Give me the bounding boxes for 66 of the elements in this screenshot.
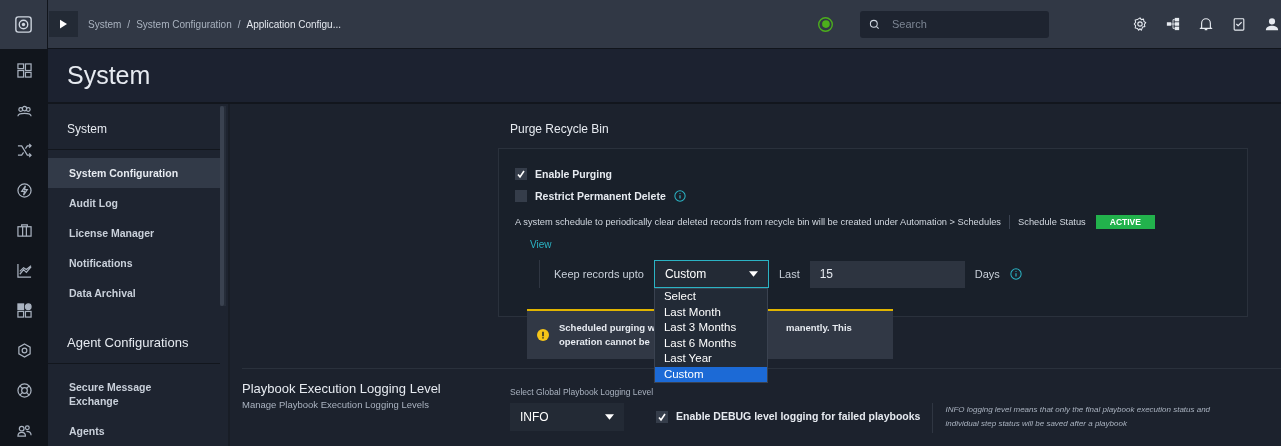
checkbox-label[interactable]: Restrict Permanent Delete xyxy=(535,190,666,202)
days-label: Days xyxy=(974,268,1000,280)
search-field[interactable]: Search xyxy=(860,10,1049,38)
checkbox-label[interactable]: Enable DEBUG level logging for failed playbooks xyxy=(676,410,921,422)
last-label: Last xyxy=(778,268,800,280)
settings-icon[interactable] xyxy=(1133,17,1147,31)
breadcrumb-separator: / xyxy=(127,18,131,30)
page-title: System xyxy=(67,61,151,90)
breadcrumb-link[interactable]: System xyxy=(88,18,122,30)
warning-icon xyxy=(537,329,549,341)
users-icon[interactable] xyxy=(16,423,32,438)
shuffle-icon[interactable] xyxy=(16,143,32,158)
user-icon[interactable] xyxy=(1265,17,1279,31)
status-badge: ACTIVE xyxy=(1095,215,1155,229)
schedule-description: A system schedule to periodically clear deleted records from recycle bin will be created under Automation > Schedules xyxy=(515,217,1002,227)
hexagon-icon[interactable] xyxy=(16,343,32,358)
people-icon[interactable] xyxy=(16,103,32,118)
clipboard-check-icon[interactable] xyxy=(1232,17,1246,31)
period-dropdown[interactable]: Custom xyxy=(653,260,769,288)
chart-icon[interactable] xyxy=(16,263,32,278)
info-icon[interactable] xyxy=(1009,268,1022,280)
logging-level-dropdown[interactable]: INFO xyxy=(510,403,624,431)
field-label: Select Global Playbook Logging Level xyxy=(510,387,655,397)
checkbox[interactable] xyxy=(515,190,527,202)
sidebar-section-title: Agent Configurations xyxy=(48,308,220,364)
sidebar-item[interactable]: Secure Message Exchange xyxy=(48,372,220,416)
schedule-status-label: Schedule Status xyxy=(1018,217,1086,227)
caret-icon xyxy=(748,271,758,277)
hierarchy-icon[interactable] xyxy=(1166,17,1180,31)
dropdown-option[interactable]: Last 6 Months xyxy=(654,335,767,351)
briefcase-icon[interactable] xyxy=(16,223,32,238)
sidebar-item[interactable]: Data Archival xyxy=(48,278,220,308)
logging-note: INFO logging level means that only the final playbook execution status and individual step status will be saved after a playbook xyxy=(945,404,1212,430)
dropdown-option[interactable]: Select xyxy=(654,289,767,305)
dropdown-option[interactable]: Last 3 Months xyxy=(654,320,767,336)
caret-icon xyxy=(605,414,614,420)
warning-text: manently. This xyxy=(786,321,852,335)
keep-records-label: Keep records upto xyxy=(554,268,644,280)
breadcrumb-link[interactable]: System Configuration xyxy=(136,18,232,30)
sidebar-toggle-button[interactable] xyxy=(49,11,78,37)
apps-icon[interactable] xyxy=(16,303,32,318)
connection-status-icon[interactable] xyxy=(817,15,834,33)
breadcrumb-separator: / xyxy=(237,18,241,30)
dropdown-option[interactable]: Custom xyxy=(654,366,767,382)
info-icon[interactable] xyxy=(673,190,686,202)
checkbox[interactable] xyxy=(515,168,527,180)
dropdown-option[interactable]: Last Month xyxy=(654,304,767,320)
section-title: Purge Recycle Bin xyxy=(509,121,610,138)
view-link[interactable]: View xyxy=(530,239,552,250)
sidebar-item[interactable]: Agents xyxy=(48,416,220,446)
triangle-icon xyxy=(60,19,67,29)
sidebar-item[interactable]: System Configuration xyxy=(48,158,220,188)
sidebar-item[interactable]: Notifications xyxy=(48,248,220,278)
sidebar-item[interactable]: License Manager xyxy=(48,218,220,248)
bolt-icon[interactable] xyxy=(16,183,32,198)
checkbox-label[interactable]: Enable Purging xyxy=(535,168,612,180)
dashboard-icon[interactable] xyxy=(16,63,32,78)
logo-icon[interactable] xyxy=(15,16,32,33)
dropdown-option[interactable]: Last Year xyxy=(654,351,767,367)
lifebuoy-icon[interactable] xyxy=(16,383,32,398)
notification-icon[interactable] xyxy=(1199,17,1213,31)
checkbox[interactable] xyxy=(656,411,668,423)
section-subtitle: Manage Playbook Execution Logging Levels xyxy=(242,399,430,410)
days-input[interactable]: 15 xyxy=(809,260,965,288)
section-title: Playbook Execution Logging Level xyxy=(242,381,442,396)
sidebar-item[interactable]: Audit Log xyxy=(48,188,220,218)
